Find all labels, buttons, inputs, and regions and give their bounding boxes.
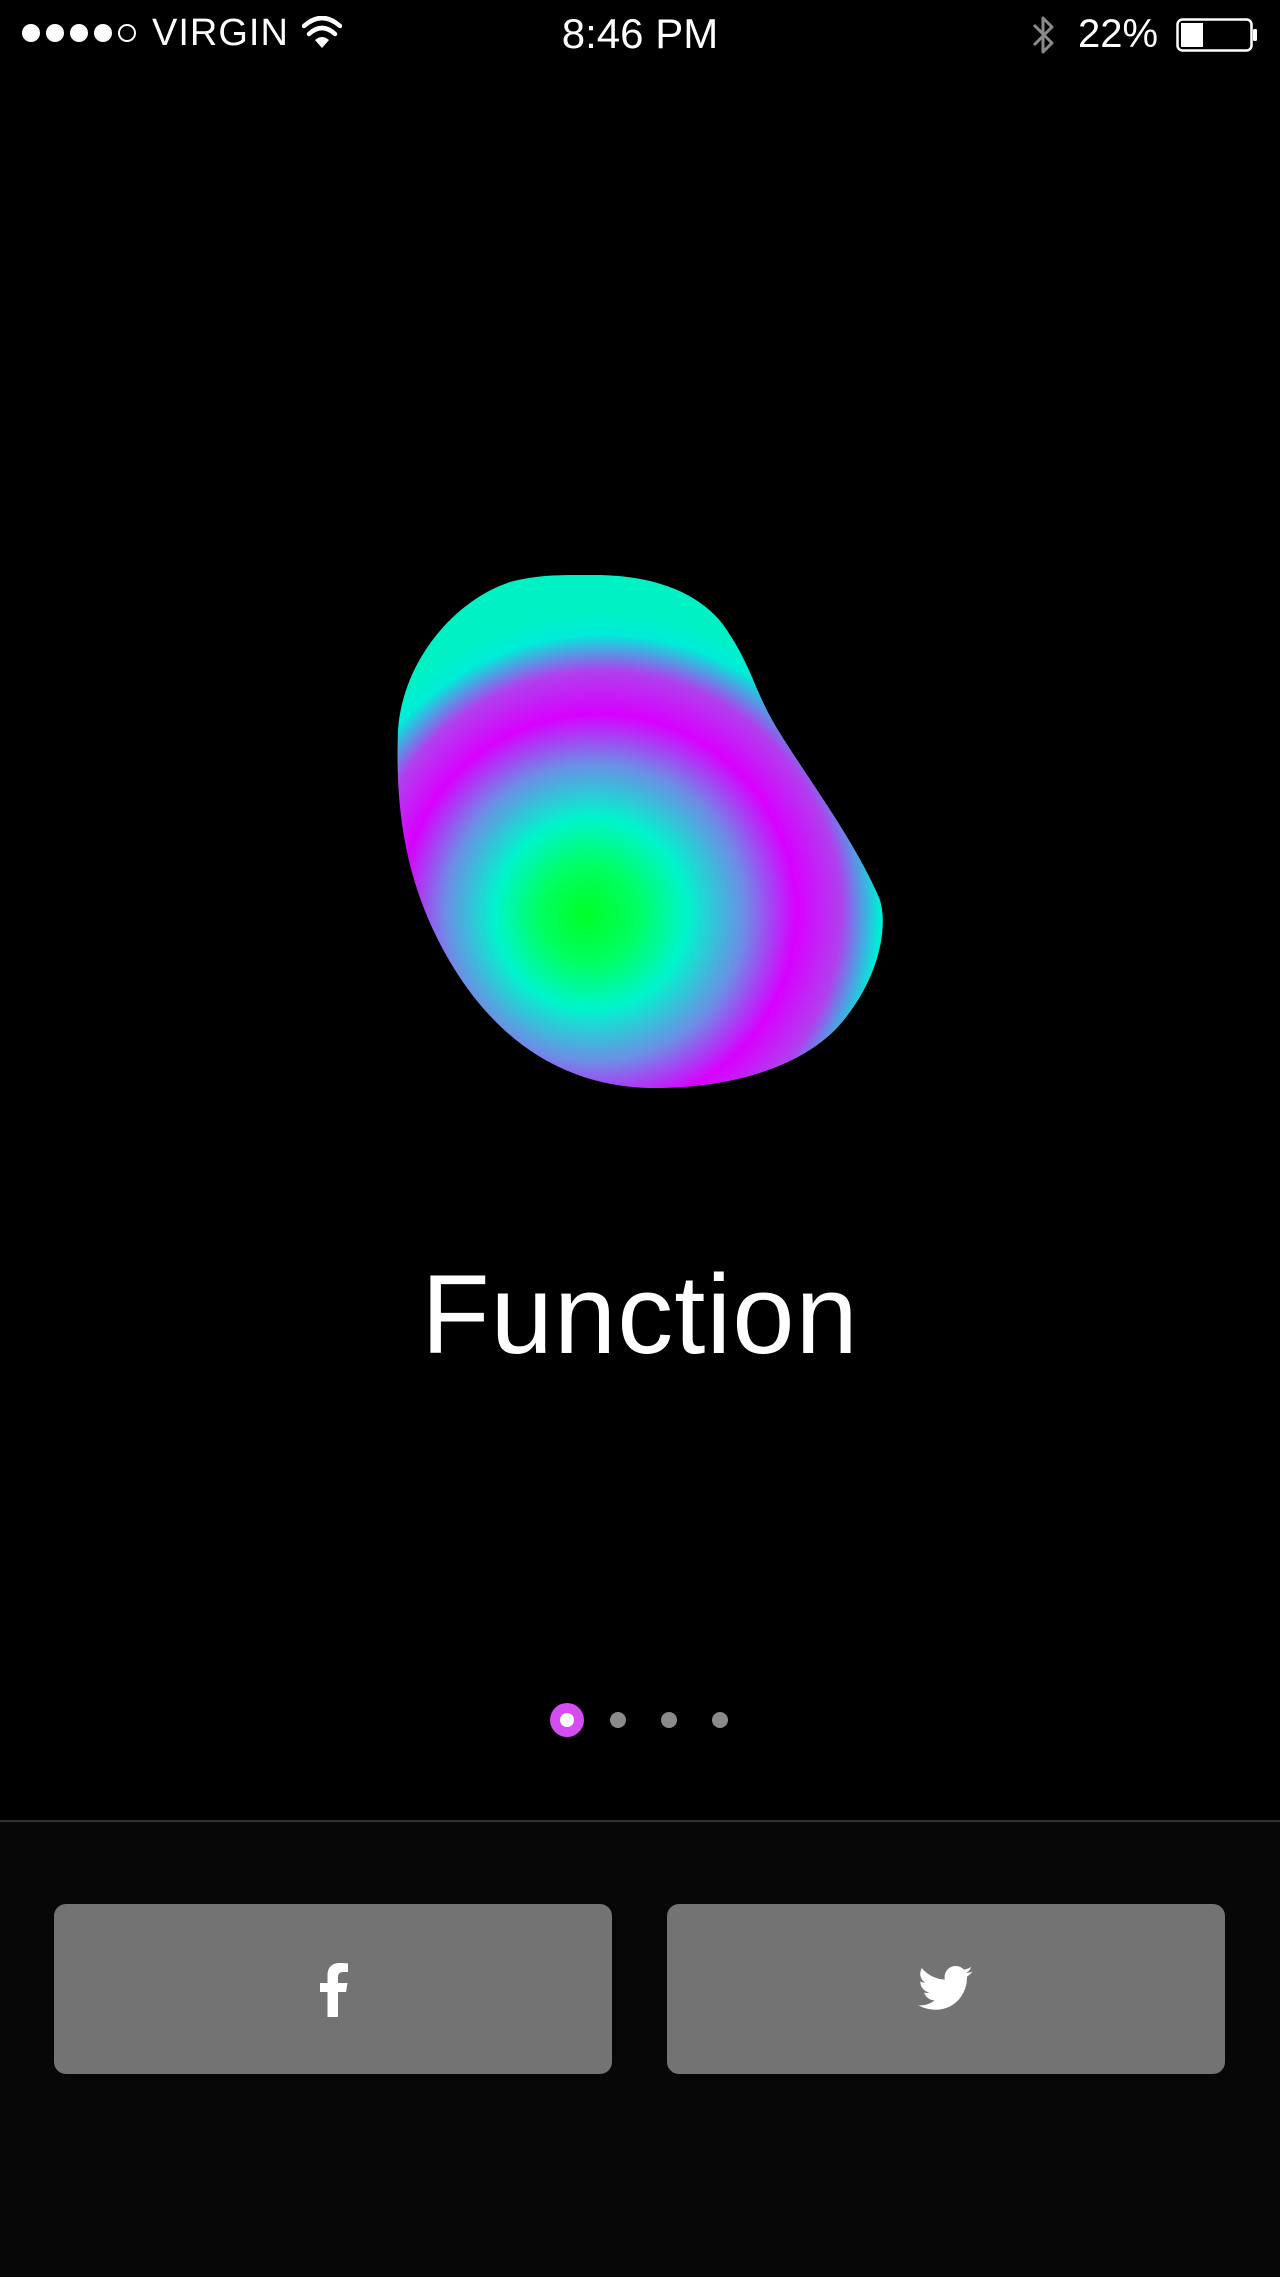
app-title: Function bbox=[421, 1252, 859, 1378]
page-dot-3[interactable] bbox=[661, 1712, 677, 1728]
facebook-login-button[interactable] bbox=[54, 1904, 612, 2074]
page-dot-4[interactable] bbox=[712, 1712, 728, 1728]
bluetooth-icon bbox=[1032, 16, 1054, 54]
twitter-login-button[interactable] bbox=[667, 1904, 1225, 2074]
twitter-icon bbox=[918, 1966, 973, 2010]
battery-icon bbox=[1176, 18, 1257, 52]
facebook-icon bbox=[320, 1963, 348, 2017]
page-indicator[interactable] bbox=[548, 1702, 738, 1738]
battery-percentage: 22% bbox=[1078, 12, 1159, 56]
page-dot-2[interactable] bbox=[610, 1712, 626, 1728]
status-bar: VIRGIN 8:46 PM 22% bbox=[0, 0, 1280, 70]
page-dot-1[interactable] bbox=[550, 1703, 584, 1737]
onboarding-screen: VIRGIN 8:46 PM 22% Function bbox=[0, 0, 1280, 2277]
gradient-blob-logo bbox=[397, 574, 883, 1088]
login-panel bbox=[0, 1820, 1280, 2277]
